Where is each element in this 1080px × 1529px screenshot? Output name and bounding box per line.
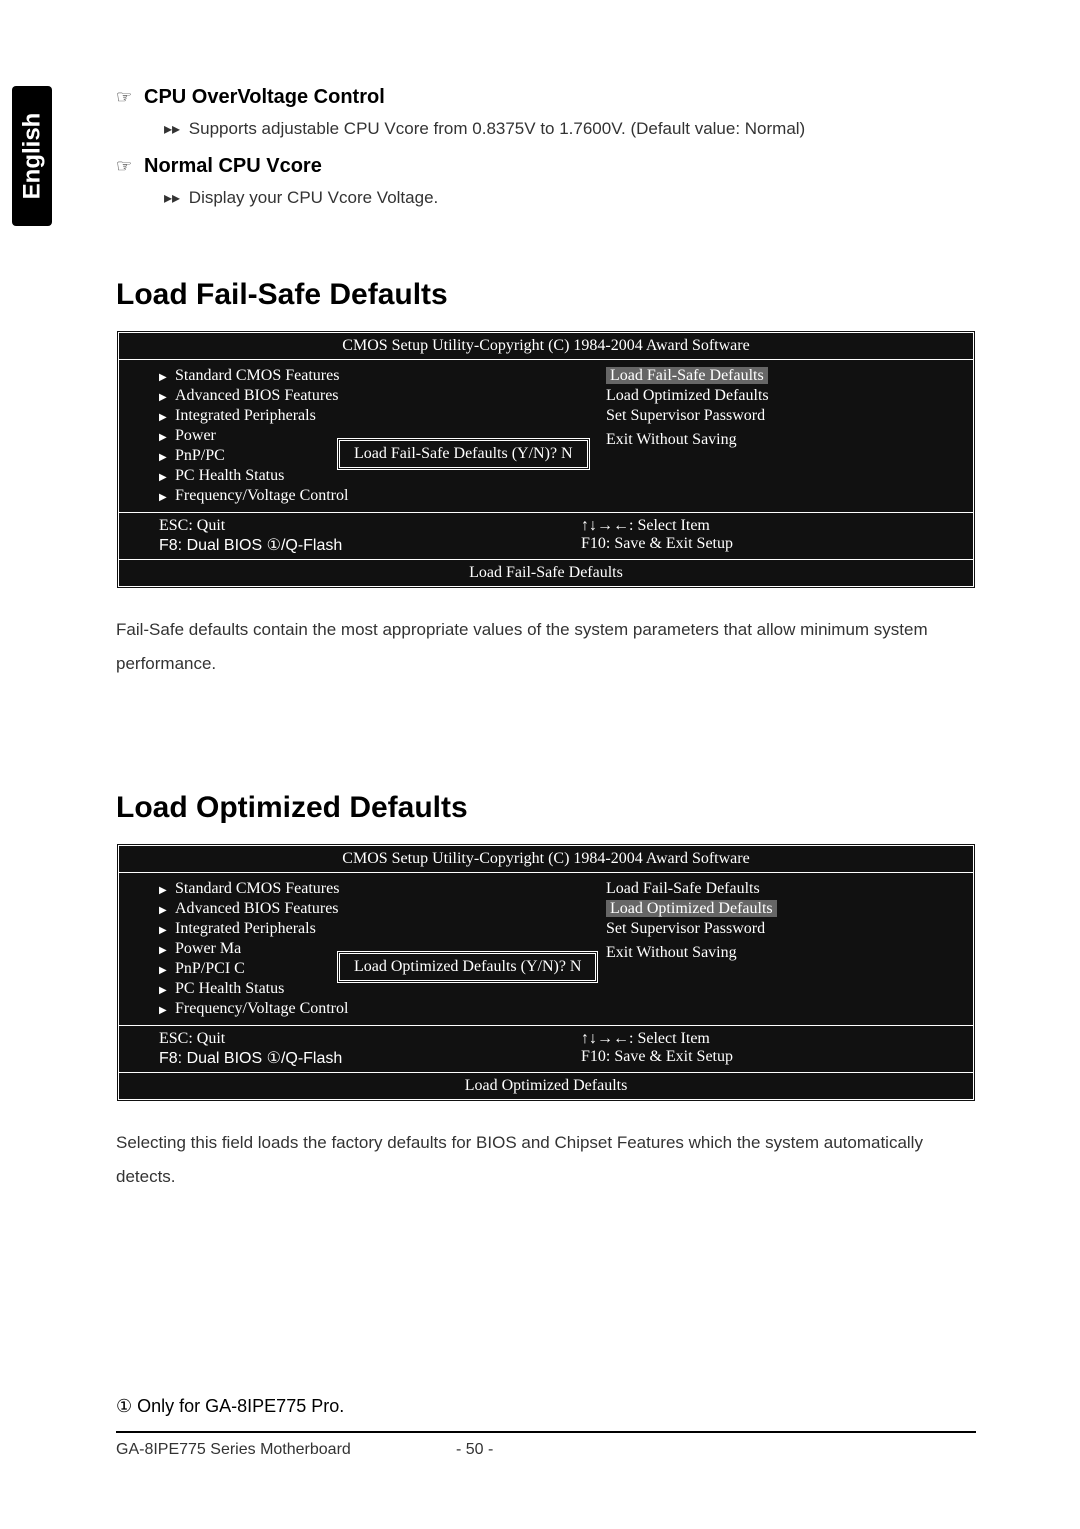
menu-label: PC Health Status <box>175 980 284 997</box>
bios-menu-item: ▶Frequency/Voltage Control <box>159 486 546 506</box>
bios-menu-item: Exit Without Saving <box>606 430 973 450</box>
bios-right-col: Load Fail-Safe Defaults Load Optimized D… <box>546 366 973 506</box>
menu-label-highlight: Load Optimized Defaults <box>606 900 777 917</box>
triangle-icon: ▶ <box>159 985 175 996</box>
option-title: CPU OverVoltage Control <box>144 86 385 109</box>
page-content: ☞ CPU OverVoltage Control ▸▸ Supports ad… <box>116 86 976 1194</box>
bios-menu-item: ▶Standard CMOS Features <box>159 366 546 386</box>
bios-left-col: ▶Standard CMOS Features ▶Advanced BIOS F… <box>119 366 546 506</box>
bios-title: CMOS Setup Utility-Copyright (C) 1984-20… <box>119 846 973 873</box>
arrow-icon: ▸▸ <box>164 190 180 207</box>
menu-label: PnP/PCI C <box>175 960 245 977</box>
triangle-icon: ▶ <box>159 1005 175 1016</box>
language-label: English <box>18 113 46 200</box>
menu-label: Advanced BIOS Features <box>175 387 339 404</box>
menu-label: Power <box>175 427 216 444</box>
option-desc: ▸▸ Supports adjustable CPU Vcore from 0.… <box>164 119 976 139</box>
menu-label: Standard CMOS Features <box>175 880 339 897</box>
key-hint: ↑↓→←: Select Item <box>581 517 973 535</box>
triangle-icon: ▶ <box>159 472 175 483</box>
bios-menu-item: Exit Without Saving <box>606 943 973 963</box>
bios-menu-area: ▶Standard CMOS Features ▶Advanced BIOS F… <box>119 360 973 513</box>
footnote-line: ① Only for GA-8IPE775 Pro. <box>116 1396 976 1417</box>
bios-menu-item: Load Optimized Defaults <box>606 386 973 406</box>
key-hint: ESC: Quit <box>159 517 551 535</box>
triangle-icon: ▶ <box>159 945 175 956</box>
section-description: Selecting this field loads the factory d… <box>116 1126 976 1194</box>
bios-title: CMOS Setup Utility-Copyright (C) 1984-20… <box>119 333 973 360</box>
bios-menu-item: ▶Advanced BIOS Features <box>159 386 546 406</box>
option-normal-vcore: ☞ Normal CPU Vcore <box>116 155 976 178</box>
key-hint: ↑↓→←: Select Item <box>581 1030 973 1048</box>
option-desc: ▸▸ Display your CPU Vcore Voltage. <box>164 188 976 208</box>
triangle-icon: ▶ <box>159 392 175 403</box>
bios-prompt-dialog: Load Fail-Safe Defaults (Y/N)? N <box>337 438 590 470</box>
section-heading-failsafe: Load Fail-Safe Defaults <box>116 278 976 312</box>
bios-menu-item: ▶Integrated Peripherals <box>159 406 546 426</box>
menu-label: Power Ma <box>175 940 241 957</box>
menu-label: PnP/PC <box>175 447 225 464</box>
bios-menu-item: ▶Advanced BIOS Features <box>159 899 546 919</box>
bios-key-hints: ESC: Quit F8: Dual BIOS ①/Q-Flash ↑↓→←: … <box>119 1026 973 1073</box>
key-hints-left: ESC: Quit F8: Dual BIOS ①/Q-Flash <box>129 1030 551 1068</box>
triangle-icon: ▶ <box>159 372 175 383</box>
key-hints-right: ↑↓→←: Select Item F10: Save & Exit Setup <box>551 1030 973 1068</box>
key-hint: F8: Dual BIOS ①/Q-Flash <box>159 1048 551 1068</box>
menu-label: Integrated Peripherals <box>175 407 316 424</box>
desc-text: Supports adjustable CPU Vcore from 0.837… <box>189 119 805 138</box>
triangle-icon: ▶ <box>159 925 175 936</box>
bios-menu-item: ▶Integrated Peripherals <box>159 919 546 939</box>
bios-screenshot-failsafe: CMOS Setup Utility-Copyright (C) 1984-20… <box>116 330 976 589</box>
footer-row: GA-8IPE775 Series Motherboard - 50 - <box>116 1441 976 1459</box>
triangle-icon: ▶ <box>159 452 175 463</box>
menu-label: Advanced BIOS Features <box>175 900 339 917</box>
pointer-icon: ☞ <box>116 87 136 108</box>
bios-menu-item: ▶Frequency/Voltage Control <box>159 999 546 1019</box>
section-heading-optimized: Load Optimized Defaults <box>116 791 976 825</box>
bios-menu-item: Set Supervisor Password <box>606 406 973 426</box>
page-footer: ① Only for GA-8IPE775 Pro. GA-8IPE775 Se… <box>116 1396 976 1459</box>
pointer-icon: ☞ <box>116 156 136 177</box>
desc-text: Display your CPU Vcore Voltage. <box>189 188 438 207</box>
triangle-icon: ▶ <box>159 885 175 896</box>
key-hints-right: ↑↓→←: Select Item F10: Save & Exit Setup <box>551 517 973 555</box>
bios-key-hints: ESC: Quit F8: Dual BIOS ①/Q-Flash ↑↓→←: … <box>119 513 973 560</box>
language-tab: English <box>12 86 52 226</box>
menu-label: PC Health Status <box>175 467 284 484</box>
menu-label-highlight: Load Fail-Safe Defaults <box>606 367 768 384</box>
menu-label: Frequency/Voltage Control <box>175 1000 348 1017</box>
key-hint: ESC: Quit <box>159 1030 551 1048</box>
menu-label: Integrated Peripherals <box>175 920 316 937</box>
bios-left-col: ▶Standard CMOS Features ▶Advanced BIOS F… <box>119 879 546 1019</box>
triangle-icon: ▶ <box>159 965 175 976</box>
bios-menu-item: Load Optimized Defaults <box>606 899 973 919</box>
bios-menu-item: Set Supervisor Password <box>606 919 973 939</box>
option-cpu-overvoltage: ☞ CPU OverVoltage Control <box>116 86 976 109</box>
bios-prompt-dialog: Load Optimized Defaults (Y/N)? N <box>337 951 598 983</box>
menu-label: Frequency/Voltage Control <box>175 487 348 504</box>
key-hint: F10: Save & Exit Setup <box>581 535 973 553</box>
section-description: Fail-Safe defaults contain the most appr… <box>116 613 976 681</box>
option-title: Normal CPU Vcore <box>144 155 322 178</box>
bios-right-col: Load Fail-Safe Defaults Load Optimized D… <box>546 879 973 1019</box>
footer-model: GA-8IPE775 Series Motherboard <box>116 1441 456 1459</box>
bios-menu-item: Load Fail-Safe Defaults <box>606 879 973 899</box>
bios-footer: Load Fail-Safe Defaults <box>119 560 973 586</box>
bios-screenshot-optimized: CMOS Setup Utility-Copyright (C) 1984-20… <box>116 843 976 1102</box>
page-number: - 50 - <box>456 1441 536 1459</box>
triangle-icon: ▶ <box>159 412 175 423</box>
footer-rule <box>116 1431 976 1433</box>
bios-menu-item: Load Fail-Safe Defaults <box>606 366 973 386</box>
menu-label: Standard CMOS Features <box>175 367 339 384</box>
triangle-icon: ▶ <box>159 432 175 443</box>
bios-footer: Load Optimized Defaults <box>119 1073 973 1099</box>
key-hint: F10: Save & Exit Setup <box>581 1048 973 1066</box>
arrow-icon: ▸▸ <box>164 121 180 138</box>
key-hints-left: ESC: Quit F8: Dual BIOS ①/Q-Flash <box>129 517 551 555</box>
triangle-icon: ▶ <box>159 905 175 916</box>
bios-menu-item: ▶Standard CMOS Features <box>159 879 546 899</box>
triangle-icon: ▶ <box>159 492 175 503</box>
key-hint: F8: Dual BIOS ①/Q-Flash <box>159 535 551 555</box>
bios-menu-area: ▶Standard CMOS Features ▶Advanced BIOS F… <box>119 873 973 1026</box>
